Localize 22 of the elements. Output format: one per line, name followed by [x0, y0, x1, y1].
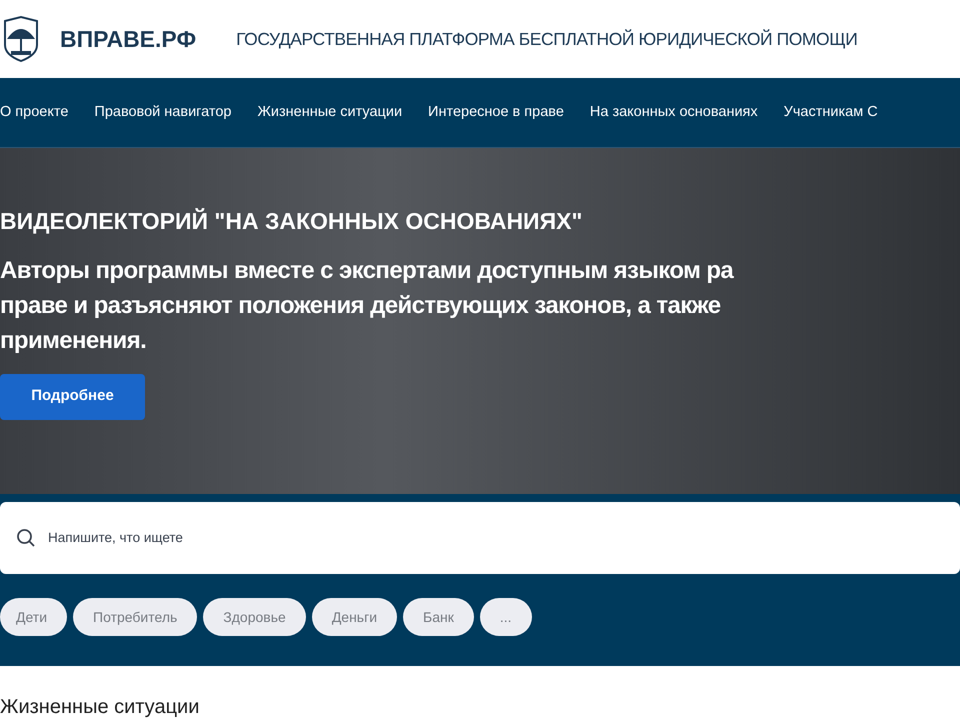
nav-link[interactable]: О проекте — [0, 102, 68, 124]
hero-text-line: праве и разъясняют положения действующих законов, а также — [0, 290, 722, 320]
nav-link[interactable]: Жизненные ситуации — [258, 102, 402, 124]
nav-link[interactable]: Интересное в праве — [428, 102, 564, 124]
nav-link[interactable]: На законных основаниях — [590, 102, 758, 124]
nav-link[interactable]: Правовой навигатор — [94, 102, 232, 124]
tag-chip[interactable]: Дети — [0, 598, 68, 636]
tag-chip[interactable]: Потребитель — [73, 598, 198, 636]
search-field[interactable]: Напишите, что ищете — [48, 528, 448, 548]
tag-chip[interactable]: Деньги — [312, 598, 398, 636]
site-tagline: ГОСУДАРСТВЕННАЯ ПЛАТФОРМА БЕСПЛАТНОЙ ЮРИДИЧЕСКОЙ ПОМОЩИ — [236, 28, 858, 51]
search-icon — [16, 528, 36, 548]
logo-text[interactable]: ВПРАВЕ.РФ — [60, 22, 196, 56]
hero-text-line: Авторы программы вместе с экспертами доступным языком ра — [0, 256, 735, 286]
hero-text-line: применения. — [0, 326, 148, 356]
more-button[interactable]: Подробнее — [0, 374, 145, 420]
tag-chip[interactable]: Здоровье — [203, 598, 306, 636]
hero-title: ВИДЕОЛЕКТОРИЙ "НА ЗАКОННЫХ ОСНОВАНИЯХ" — [0, 207, 584, 236]
tag-chip[interactable]: Банк — [403, 598, 474, 636]
tag-chip[interactable]: ... — [480, 598, 532, 636]
nav-link[interactable]: Участникам С — [784, 102, 878, 124]
section-heading: Жизненные ситуации — [0, 696, 200, 718]
